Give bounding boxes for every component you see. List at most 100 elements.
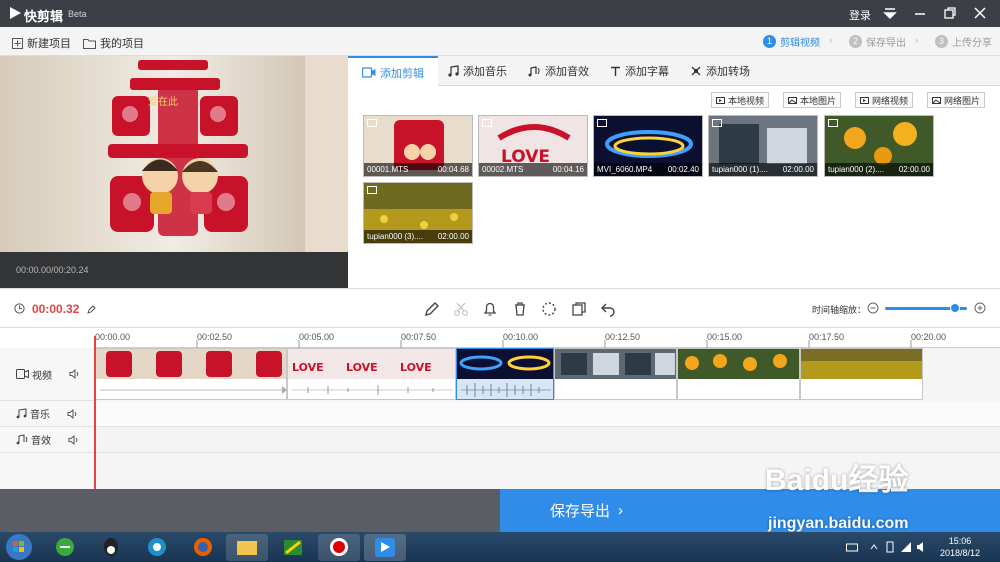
network-icon[interactable] (900, 541, 912, 553)
taskbar-media-icon[interactable] (272, 534, 314, 561)
zoom-slider[interactable] (885, 303, 967, 313)
taskbar-qq-icon[interactable] (90, 534, 132, 561)
tray-expand-icon[interactable] (868, 541, 880, 553)
timeline-clip[interactable] (554, 348, 677, 400)
svg-text:爱在此: 爱在此 (148, 95, 178, 108)
battery-icon[interactable] (884, 541, 896, 553)
scissors-icon[interactable] (452, 300, 470, 318)
taskbar-kuaijianji-icon[interactable] (364, 534, 406, 561)
edit-icon[interactable] (423, 300, 441, 318)
local-video-button[interactable]: 本地视频 (711, 92, 770, 108)
windows-start-icon[interactable] (4, 533, 34, 561)
sfx-track[interactable] (95, 427, 1000, 453)
zoom-out-icon[interactable] (867, 302, 879, 314)
media-label: tupian000 (3).... 02:00.00 (364, 230, 472, 243)
bell-icon[interactable] (481, 300, 499, 318)
media-name: 00001.MTS (367, 165, 409, 174)
folder-icon (83, 38, 96, 49)
timeline-clip[interactable]: LOVE LOVE LOVE (287, 348, 456, 400)
taskbar-video-app-icon[interactable] (136, 534, 178, 561)
media-item[interactable]: tupian000 (1).... 02:00.00 (708, 115, 818, 177)
timeline-clip-selected[interactable] (456, 348, 554, 400)
media-duration: 00:02.40 (667, 165, 699, 174)
step-export[interactable]: 2 保存导出 (849, 34, 906, 49)
music-track[interactable] (95, 401, 1000, 427)
media-label: 00001.MTS 00:04.68 (364, 163, 472, 176)
trash-icon[interactable] (511, 300, 529, 318)
system-clock[interactable]: 15:06 2018/8/12 (940, 535, 980, 559)
video-file-icon (716, 96, 725, 104)
clock-icon (14, 303, 25, 314)
clock-time: 15:06 (948, 536, 972, 546)
keyboard-icon[interactable] (846, 541, 858, 553)
video-track-header: 视频 (0, 348, 95, 401)
timeline-clip[interactable] (95, 348, 287, 400)
step-share[interactable]: 3 上传分享 (935, 34, 992, 49)
plus-square-icon (12, 37, 23, 49)
media-duration: 02:00.00 (898, 165, 930, 174)
taskbar-firefox-icon[interactable] (182, 534, 224, 561)
web-video-button[interactable]: 网络视频 (855, 92, 914, 108)
ruler-tick: 00:00.00 (95, 332, 131, 342)
close-icon[interactable] (971, 4, 989, 22)
clip-frames (801, 349, 922, 379)
media-item[interactable]: LOVE 00002.MTS 00:04.16 (478, 115, 588, 177)
new-project-button[interactable]: 新建项目 (12, 35, 71, 51)
export-button[interactable]: 保存导出 › (500, 489, 1000, 532)
tab-add-subtitle[interactable]: 添加字幕 (596, 56, 683, 86)
track-label: 视频 (32, 370, 52, 382)
speaker-icon[interactable] (916, 541, 928, 553)
timeline-clip[interactable] (800, 348, 923, 400)
tab-add-clip[interactable]: 添加剪辑 (348, 56, 438, 87)
taskbar-explorer-icon[interactable] (226, 534, 268, 561)
minimize-icon[interactable] (911, 4, 929, 22)
export-label: 保存导出 (550, 503, 611, 520)
media-item[interactable]: 00001.MTS 00:04.68 (363, 115, 473, 177)
step-label: 保存导出 (866, 38, 906, 49)
my-projects-button[interactable]: 我的项目 (83, 35, 144, 51)
taskbar-record-icon[interactable] (318, 534, 360, 561)
taskbar-app-green-icon[interactable] (44, 534, 86, 561)
media-item[interactable]: tupian000 (2).... 02:00.00 (824, 115, 934, 177)
step-edit[interactable]: 1 剪辑视频 (763, 34, 820, 49)
tab-add-music[interactable]: 添加音乐 (434, 56, 521, 86)
volume-icon[interactable] (69, 369, 80, 379)
track-label: 音效 (31, 436, 51, 447)
image-type-icon (828, 119, 838, 127)
text-icon (611, 66, 620, 76)
pencil-icon[interactable] (87, 305, 96, 314)
timeline-clip[interactable] (677, 348, 800, 400)
volume-icon[interactable] (67, 408, 78, 419)
undo-icon[interactable] (599, 300, 617, 318)
tab-label: 添加音效 (545, 66, 589, 78)
clip-frames (457, 349, 553, 379)
svg-text:LOVE: LOVE (400, 361, 432, 374)
windows-taskbar: 15:06 2018/8/12 (0, 532, 1000, 562)
copy-icon[interactable] (570, 300, 588, 318)
video-type-icon (367, 119, 377, 127)
media-duration: 02:00.00 (782, 165, 814, 174)
music-icon (448, 65, 459, 77)
sound-effect-icon (528, 66, 540, 77)
playhead[interactable] (94, 336, 96, 489)
tab-add-transition[interactable]: 添加转场 (676, 56, 764, 86)
web-image-button[interactable]: 网络图片 (927, 92, 986, 108)
media-item[interactable]: MVI_6060.MP4 00:02.40 (593, 115, 703, 177)
crop-icon[interactable] (540, 300, 558, 318)
volume-icon[interactable] (68, 434, 79, 445)
timeline-ruler[interactable]: 00:00.00 00:02.50 00:05.00 00:07.50 00:1… (95, 328, 1000, 348)
restore-icon[interactable] (941, 4, 959, 22)
tab-add-sound-effect[interactable]: 添加音效 (514, 56, 603, 86)
video-icon (16, 369, 29, 379)
login-link[interactable]: 登录 (849, 7, 871, 23)
local-image-button[interactable]: 本地图片 (783, 92, 842, 108)
source-label: 本地图片 (800, 95, 837, 106)
video-icon (362, 67, 376, 78)
media-item[interactable]: tupian000 (3).... 02:00.00 (363, 182, 473, 244)
menu-dropdown-icon[interactable] (881, 4, 899, 22)
zoom-in-icon[interactable] (974, 302, 986, 314)
ruler-tick: 00:20.00 (911, 332, 947, 342)
media-label: 00002.MTS 00:04.16 (479, 163, 587, 176)
my-projects-label: 我的项目 (100, 38, 144, 50)
zoom-slider-knob[interactable] (949, 303, 960, 313)
